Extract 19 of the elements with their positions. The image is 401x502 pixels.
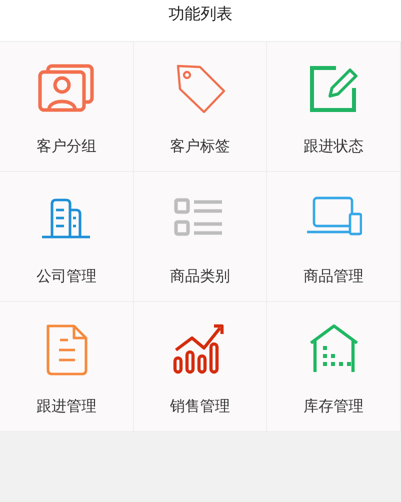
tile-label: 客户分组: [36, 136, 96, 157]
menu-tile[interactable]: 客户标签: [134, 42, 268, 172]
tile-label: 客户标签: [170, 136, 230, 157]
menu-tile[interactable]: 跟进状态: [267, 42, 401, 172]
menu-tile[interactable]: 库存管理: [267, 302, 401, 432]
page-title: 功能列表: [168, 3, 232, 25]
tile-label: 销售管理: [170, 396, 230, 417]
menu-tile[interactable]: 商品类别: [134, 172, 268, 302]
menu-tile[interactable]: 公司管理: [0, 172, 134, 302]
tile-label: 跟进管理: [36, 396, 96, 417]
menu-tile[interactable]: 客户分组: [0, 42, 134, 172]
tile-label: 公司管理: [36, 266, 96, 287]
tile-label: 库存管理: [304, 396, 364, 417]
menu-tile[interactable]: 销售管理: [134, 302, 268, 432]
tile-label: 跟进状态: [304, 136, 364, 157]
tile-label: 商品管理: [304, 266, 364, 287]
menu-tile[interactable]: 商品管理: [267, 172, 401, 302]
menu-tile[interactable]: 跟进管理: [0, 302, 134, 432]
tile-label: 商品类别: [170, 266, 230, 287]
